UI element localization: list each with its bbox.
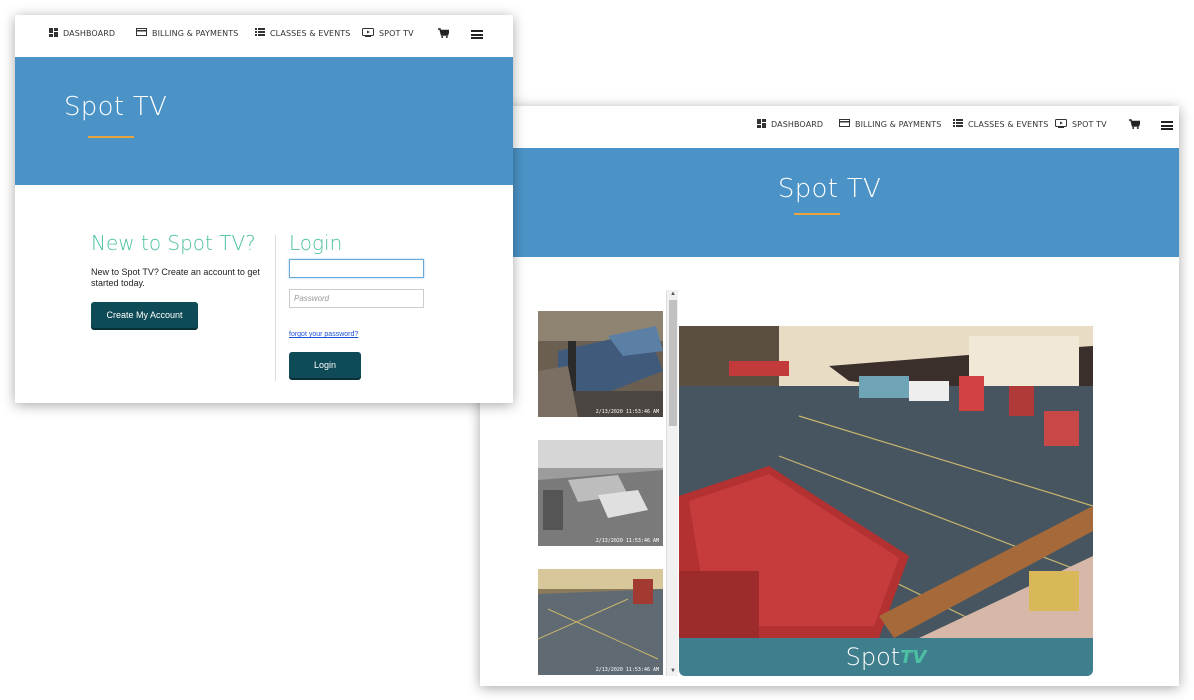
scroll-up-icon[interactable]: ▲ xyxy=(667,290,679,299)
spot-tv-login-window: DASHBOARD BILLING & PAYMENTS CLASSES & E… xyxy=(15,15,513,403)
new-account-description: New to Spot TV? Create an account to get… xyxy=(91,267,260,288)
camera-thumbnail[interactable]: 2/13/2020 11:53:46 AM xyxy=(538,569,663,675)
list-icon xyxy=(255,28,265,38)
nav-dashboard[interactable]: DASHBOARD xyxy=(49,28,115,39)
thumbnail-timestamp: 2/13/2020 11:53:46 AM xyxy=(595,409,659,415)
dashboard-icon xyxy=(49,28,58,39)
logo-tv-text: TV xyxy=(900,646,927,668)
username-field[interactable] xyxy=(289,259,424,278)
password-field[interactable]: Password xyxy=(289,289,424,308)
thumbnail-timestamp: 2/13/2020 11:53:46 AM xyxy=(595,538,659,544)
nav-spot-tv-label: SPOT TV xyxy=(1072,120,1107,129)
nav-billing[interactable]: BILLING & PAYMENTS xyxy=(839,119,941,129)
new-to-spot-tv-heading: New to Spot TV? xyxy=(91,231,256,255)
nav-spot-tv[interactable]: SPOT TV xyxy=(1055,119,1107,130)
nav-classes[interactable]: CLASSES & EVENTS xyxy=(953,119,1048,129)
nav-dashboard-label: DASHBOARD xyxy=(63,29,116,38)
camera-thumbnail[interactable]: 2/13/2020 11:53:46 AM xyxy=(538,311,663,417)
login-button[interactable]: Login xyxy=(289,352,361,378)
title-underline xyxy=(88,136,134,138)
forgot-password-link[interactable]: forgot your password? xyxy=(289,331,358,338)
spot-tv-viewer-window: DASHBOARD BILLING & PAYMENTS CLASSES & E… xyxy=(480,106,1179,686)
spot-tv-logo: Spot TV xyxy=(679,638,1093,676)
dashboard-icon xyxy=(757,119,766,130)
nav-billing[interactable]: BILLING & PAYMENTS xyxy=(136,28,238,38)
login-heading: Login xyxy=(289,231,343,255)
credit-card-icon xyxy=(839,119,850,129)
nav-spot-tv-label: SPOT TV xyxy=(379,29,414,38)
hamburger-menu-icon[interactable] xyxy=(471,30,483,39)
page-title: Spot TV xyxy=(777,174,882,204)
top-nav: DASHBOARD BILLING & PAYMENTS CLASSES & E… xyxy=(15,15,513,57)
nav-dashboard[interactable]: DASHBOARD xyxy=(757,119,823,130)
list-icon xyxy=(953,119,963,129)
hero-banner: Spot TV xyxy=(480,148,1179,257)
logo-spot-text: Spot xyxy=(845,643,901,671)
section-divider xyxy=(275,235,276,381)
thumbnail-scrollbar[interactable]: ▲ ▼ xyxy=(666,290,678,676)
hero-banner: Spot TV xyxy=(15,57,513,185)
title-underline xyxy=(794,213,840,215)
nav-billing-label: BILLING & PAYMENTS xyxy=(855,119,942,129)
nav-classes-label: CLASSES & EVENTS xyxy=(968,119,1049,129)
tv-icon xyxy=(362,28,374,39)
camera-thumbnail-list[interactable]: 2/13/2020 11:53:46 AM 2/13/2020 11:53:46… xyxy=(538,290,678,675)
nav-dashboard-label: DASHBOARD xyxy=(771,120,824,129)
tv-icon xyxy=(1055,119,1067,130)
cart-icon[interactable] xyxy=(1129,118,1142,132)
main-camera-feed[interactable] xyxy=(679,326,1093,638)
thumbnail-timestamp: 2/13/2020 11:53:46 AM xyxy=(595,667,659,673)
hamburger-menu-icon[interactable] xyxy=(1161,121,1173,130)
scroll-down-icon[interactable]: ▼ xyxy=(667,667,679,676)
page-title: Spot TV xyxy=(64,92,168,122)
top-nav: DASHBOARD BILLING & PAYMENTS CLASSES & E… xyxy=(480,106,1179,148)
cart-icon[interactable] xyxy=(438,27,451,41)
nav-spot-tv[interactable]: SPOT TV xyxy=(362,28,414,39)
create-account-button[interactable]: Create My Account xyxy=(91,302,198,328)
credit-card-icon xyxy=(136,28,147,38)
camera-thumbnail[interactable]: 2/13/2020 11:53:46 AM xyxy=(538,440,663,546)
nav-billing-label: BILLING & PAYMENTS xyxy=(152,28,239,38)
nav-classes-label: CLASSES & EVENTS xyxy=(270,28,351,38)
scrollbar-thumb[interactable] xyxy=(669,300,677,426)
nav-classes[interactable]: CLASSES & EVENTS xyxy=(255,28,350,38)
